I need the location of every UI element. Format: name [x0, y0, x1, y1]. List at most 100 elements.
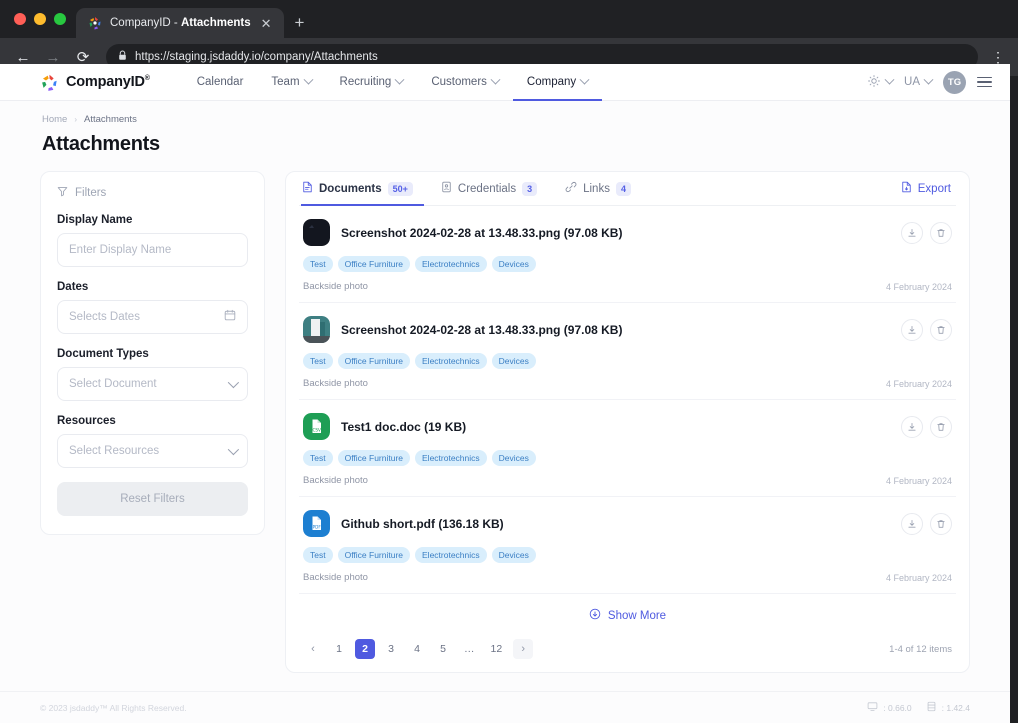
nav-item-team[interactable]: Team [257, 64, 325, 101]
tab-label: Credentials [457, 182, 517, 195]
file-thumbnail[interactable] [303, 316, 330, 343]
download-button[interactable] [901, 221, 923, 244]
delete-button[interactable] [930, 512, 952, 535]
display-name-placeholder: Enter Display Name [69, 244, 172, 256]
row-actions [901, 221, 952, 244]
tab-credentials[interactable]: Credentials 3 [440, 172, 548, 206]
delete-button[interactable] [930, 415, 952, 438]
resources-select[interactable]: Select Resources [57, 434, 248, 468]
tag[interactable]: Electrotechnics [415, 547, 487, 563]
nav-item-company[interactable]: Company [513, 64, 602, 101]
pagination-page-12[interactable]: 12 [486, 639, 508, 659]
browser-menu-button[interactable]: ⋮ [988, 49, 1008, 66]
new-tab-button[interactable]: + [284, 13, 316, 38]
backend-version-label: : 1.42.4 [941, 702, 970, 713]
pagination-page-5[interactable]: 5 [433, 639, 453, 659]
breadcrumb: Home › Attachments [40, 111, 970, 131]
language-selector[interactable]: UA [904, 74, 934, 88]
page-title: Attachments [42, 133, 160, 155]
tag[interactable]: Office Furniture [337, 353, 411, 369]
nav-label: Team [271, 76, 300, 88]
show-more-icon [589, 608, 601, 623]
tag[interactable]: Electrotechnics [415, 256, 487, 272]
pagination-page-4[interactable]: 4 [407, 639, 427, 659]
pagination-page-1[interactable]: 1 [329, 639, 349, 659]
breadcrumb-home[interactable]: Home [42, 114, 67, 125]
tag[interactable]: Electrotechnics [415, 353, 487, 369]
tag[interactable]: Devices [491, 450, 536, 466]
export-button[interactable]: Export [901, 181, 956, 196]
nav-item-recruiting[interactable]: Recruiting [326, 64, 418, 101]
tag[interactable]: Office Furniture [337, 450, 411, 466]
credentials-icon [441, 181, 452, 196]
avatar[interactable]: TG [943, 70, 966, 94]
pagination-page-2[interactable]: 2 [355, 639, 375, 659]
tag[interactable]: Office Furniture [337, 256, 411, 272]
nav-item-customers[interactable]: Customers [417, 64, 513, 101]
tab-label: Links [583, 182, 610, 195]
filters-label: Filters [75, 187, 107, 199]
attachment-row[interactable]: Screenshot 2024-02-28 at 13.48.33.png (9… [299, 206, 956, 303]
filter-icon [57, 186, 68, 200]
attachment-row-footer: Backside photo 4 February 2024 [303, 572, 952, 583]
tag[interactable]: Electrotechnics [415, 450, 487, 466]
tab-documents[interactable]: Documents 50+ [301, 172, 424, 206]
pagination-page-3[interactable]: 3 [381, 639, 401, 659]
frontend-version-label: : 0.66.0 [883, 702, 912, 713]
header-actions: UA TG [867, 70, 992, 94]
tag[interactable]: Devices [491, 353, 536, 369]
nav-label: Recruiting [339, 76, 392, 88]
file-thumbnail[interactable] [303, 219, 330, 246]
delete-button[interactable] [930, 221, 952, 244]
file-thumbnail[interactable]: PDF [303, 510, 330, 537]
document-types-select[interactable]: Select Document [57, 367, 248, 401]
download-button[interactable] [901, 415, 923, 438]
maximize-window-button[interactable] [54, 13, 66, 25]
tag[interactable]: Test [303, 353, 333, 369]
pagination-next[interactable]: › [513, 639, 534, 659]
tab-label: Documents [319, 182, 382, 195]
page-viewport: CompanyID® Calendar Team Recruiting Cust… [0, 64, 1010, 723]
tag[interactable]: Office Furniture [337, 547, 411, 563]
file-thumbnail[interactable]: CSV [303, 413, 330, 440]
tag[interactable]: Test [303, 450, 333, 466]
tab-links[interactable]: Links 4 [564, 172, 642, 206]
reset-filters-button[interactable]: Reset Filters [57, 482, 248, 516]
window-controls [12, 0, 76, 38]
file-name: Test1 doc.doc (19 KB) [341, 419, 467, 434]
favicon-icon [87, 15, 103, 31]
browser-tab-active[interactable]: CompanyID - Attachments ✕ [76, 8, 284, 38]
tag[interactable]: Devices [491, 256, 536, 272]
minimize-window-button[interactable] [34, 13, 46, 25]
tag[interactable]: Test [303, 547, 333, 563]
pagination-prev[interactable]: ‹ [303, 639, 323, 659]
database-icon [926, 701, 937, 714]
brand-logo-link[interactable]: CompanyID® [40, 73, 150, 92]
calendar-icon[interactable] [224, 308, 236, 326]
dates-input[interactable]: Selects Dates [57, 300, 248, 334]
attachment-row[interactable]: Screenshot 2024-02-28 at 13.48.33.png (9… [299, 303, 956, 400]
copyright-text: © 2023 jsdaddy™ All Rights Reserved. [40, 702, 187, 713]
file-description: Backside photo [303, 378, 368, 389]
attachment-row[interactable]: CSV Test1 doc.doc (19 KB) Test Office Fu… [299, 400, 956, 497]
browser-tabstrip: CompanyID - Attachments ✕ + [0, 0, 1018, 38]
close-tab-button[interactable]: ✕ [258, 15, 275, 32]
attachment-row-footer: Backside photo 4 February 2024 [303, 378, 952, 389]
show-more-button[interactable]: Show More [299, 594, 956, 635]
hamburger-icon[interactable] [977, 76, 992, 88]
delete-button[interactable] [930, 318, 952, 341]
close-window-button[interactable] [14, 13, 26, 25]
attachment-row[interactable]: PDF Github short.pdf (136.18 KB) Test Of… [299, 497, 956, 594]
browser-tab-title: CompanyID - Attachments [110, 17, 251, 29]
tag[interactable]: Devices [491, 547, 536, 563]
chevron-down-icon [227, 376, 240, 389]
tag[interactable]: Test [303, 256, 333, 272]
field-label: Display Name [57, 214, 133, 226]
nav-item-calendar[interactable]: Calendar [183, 64, 258, 101]
attachment-row-footer: Backside photo 4 February 2024 [303, 475, 952, 486]
download-button[interactable] [901, 512, 923, 535]
display-name-input[interactable]: Enter Display Name [57, 233, 248, 267]
theme-toggle-button[interactable] [867, 74, 895, 91]
download-button[interactable] [901, 318, 923, 341]
pagination-info: 1-4 of 12 items [889, 643, 952, 655]
